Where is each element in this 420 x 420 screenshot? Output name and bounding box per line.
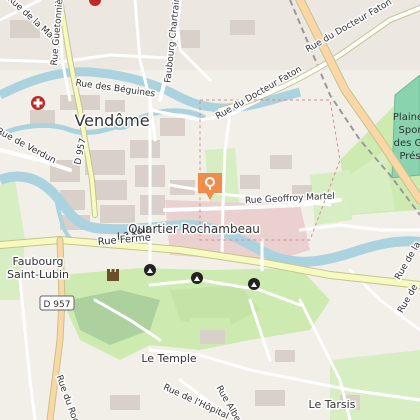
castle-icon (107, 269, 119, 281)
park-label-1: Plaine (393, 112, 420, 123)
building (100, 205, 135, 223)
hospital-icon[interactable] (31, 96, 45, 110)
le-tarsis-label: Le Tarsis (309, 398, 356, 411)
building (255, 390, 285, 406)
building (130, 140, 160, 158)
road-shield-d957: D 957 (39, 295, 75, 311)
le-temple-label: Le Temple (141, 352, 197, 365)
park-label-3: des Gr (394, 138, 420, 149)
road-minor (18, 278, 37, 420)
building (270, 155, 292, 169)
building (230, 20, 255, 35)
faubourg-label-2: Saint-Lubin (7, 268, 69, 281)
building (92, 180, 127, 200)
map-canvas[interactable]: Vendôme Quartier Rochambeau Faubourg Sai… (0, 0, 420, 420)
road-minor (298, 223, 420, 232)
park-label-4: Prés (399, 150, 420, 162)
cave-icon (144, 264, 156, 276)
building (240, 175, 260, 189)
cave-icon (191, 272, 203, 284)
street-verdun: Rue de Verdun (0, 126, 57, 166)
building (110, 395, 140, 410)
building (275, 350, 295, 362)
building (200, 330, 225, 344)
building (140, 195, 165, 215)
town-label: Vendôme (74, 111, 149, 130)
street-rocher: Rue du Roc (54, 374, 81, 420)
building (160, 118, 185, 136)
cave-icon (248, 278, 260, 290)
road-shield-label: D 957 (44, 300, 71, 310)
faubourg-label-1: Faubourg (12, 255, 63, 268)
map-view[interactable]: Vendôme Quartier Rochambeau Faubourg Sai… (0, 0, 420, 420)
park-label-2: Spor (399, 125, 420, 136)
street-rue-de-east: Rue de (396, 283, 420, 315)
